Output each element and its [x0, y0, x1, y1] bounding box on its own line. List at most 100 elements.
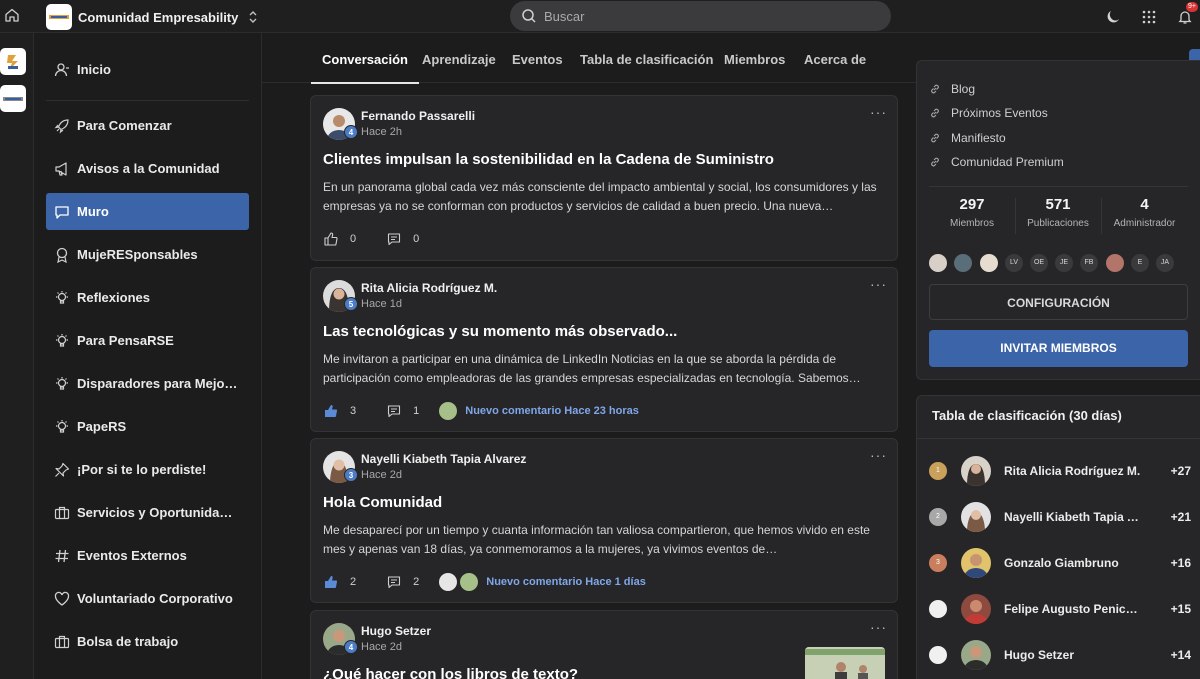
commenter-avatar [460, 573, 479, 591]
avatar [961, 548, 991, 578]
community-name: Comunidad Empresability [78, 9, 239, 25]
post-time: Hace 2h [361, 126, 402, 138]
avatar [961, 594, 991, 624]
like-count: 2 [350, 576, 357, 588]
stat-administrador[interactable]: 4 Administrador [1101, 196, 1188, 229]
avatar-initials[interactable]: JE [1055, 254, 1073, 272]
sidebar-item-papers[interactable]: PapeRS [46, 408, 249, 445]
thumbs-up-icon[interactable] [323, 403, 339, 419]
new-comment-link[interactable]: Nuevo comentario Hace 1 días [486, 576, 646, 588]
sidebar-item-bolsa-de-trabajo[interactable]: Bolsa de trabajo [46, 623, 249, 660]
sidebar-item-disparadores[interactable]: Disparadores para Mejo… [46, 365, 249, 402]
comment-icon[interactable] [386, 231, 402, 247]
sidebar-item-label: Inicio [77, 62, 111, 77]
sidebar-item-mujeresponsables[interactable]: MujeRESponsables [46, 236, 249, 273]
post-card[interactable]: 4 Fernando Passarelli Hace 2h ··· Client… [310, 95, 898, 261]
comment-icon[interactable] [386, 574, 402, 590]
post-title[interactable]: Hola Comunidad [323, 494, 442, 511]
avatar[interactable] [1106, 254, 1124, 272]
tab-tabla-de-clasificacion[interactable]: Tabla de clasificación [580, 33, 713, 83]
post-title[interactable]: Las tecnológicas y su momento más observ… [323, 323, 677, 340]
leaderboard-row[interactable]: 1 Rita Alicia Rodríguez M. +27 [929, 456, 1191, 486]
leaderboard-score: +14 [1170, 648, 1191, 662]
avatar-initials[interactable]: OE [1030, 254, 1048, 272]
post-author[interactable]: Fernando Passarelli [361, 109, 475, 123]
community-about-card: Blog Próximos Eventos Manifiesto Comunid… [916, 60, 1200, 380]
post-card[interactable]: 3 Nayelli Kiabeth Tapia Alvarez Hace 2d … [310, 438, 898, 603]
link-icon [931, 133, 939, 143]
avatar-initials[interactable]: E [1131, 254, 1149, 272]
avatar-initials[interactable]: JA [1156, 254, 1174, 272]
comment-icon[interactable] [386, 403, 402, 419]
apps-grid-icon[interactable] [1140, 8, 1158, 26]
new-comment-link[interactable]: Nuevo comentario Hace 23 horas [465, 405, 639, 417]
sidebar-item-label: Para PensaRSE [77, 333, 174, 348]
leaderboard-score: +21 [1170, 510, 1191, 524]
sidebar-item-eventos-externos[interactable]: Eventos Externos [46, 537, 249, 574]
post-card[interactable]: 5 Rita Alicia Rodríguez M. Hace 1d ··· L… [310, 267, 898, 432]
sidebar-item-para-pensarse[interactable]: Para PensaRSE [46, 322, 249, 359]
post-title[interactable]: Clientes impulsan la sostenibilidad en l… [323, 151, 774, 168]
avatar[interactable] [929, 254, 947, 272]
tab-eventos[interactable]: Eventos [512, 33, 563, 83]
moon-icon[interactable] [1104, 8, 1122, 26]
link-proximos-eventos[interactable]: Próximos Eventos [929, 104, 1048, 122]
bell-icon[interactable]: 9+ [1176, 2, 1198, 26]
link-label: Comunidad Premium [951, 155, 1064, 169]
thumbs-up-icon[interactable] [323, 231, 339, 247]
more-options-icon[interactable]: ··· [870, 619, 887, 635]
stat-number: 297 [959, 196, 985, 213]
sidebar-item-avisos[interactable]: Avisos a la Comunidad [46, 150, 249, 187]
leaderboard-row[interactable]: 3 Gonzalo Giambruno +16 [929, 548, 1191, 578]
link-comunidad-premium[interactable]: Comunidad Premium [929, 153, 1064, 171]
post-title[interactable]: ¿Qué hacer con los libros de texto? [323, 666, 578, 679]
sidebar-item-voluntariado[interactable]: Voluntariado Corporativo [46, 580, 249, 617]
post-author[interactable]: Rita Alicia Rodríguez M. [361, 281, 497, 295]
configuracion-button[interactable]: CONFIGURACIÓN [929, 284, 1188, 320]
leaderboard-row[interactable]: Hugo Setzer +14 [929, 640, 1191, 670]
sidebar-item-reflexiones[interactable]: Reflexiones [46, 279, 249, 316]
more-options-icon[interactable]: ··· [870, 276, 887, 292]
tab-miembros[interactable]: Miembros [724, 33, 785, 83]
avatar[interactable] [954, 254, 972, 272]
rank-medal: 1 [929, 462, 947, 480]
thumbs-up-icon[interactable] [323, 574, 339, 590]
home-icon[interactable] [3, 6, 21, 24]
post-author[interactable]: Nayelli Kiabeth Tapia Alvarez [361, 452, 526, 466]
sidebar-item-inicio[interactable]: Inicio [46, 51, 249, 88]
sidebar-item-label: Avisos a la Comunidad [77, 161, 220, 176]
more-options-icon[interactable]: ··· [870, 447, 887, 463]
tab-acerca-de[interactable]: Acerca de [804, 33, 866, 83]
community-rail-item-empresability[interactable] [0, 48, 26, 75]
more-options-icon[interactable]: ··· [870, 104, 887, 120]
rank-medal: 3 [929, 554, 947, 572]
post-thumbnail[interactable] [805, 647, 885, 679]
sidebar-item-label: Voluntariado Corporativo [77, 591, 233, 606]
avatar[interactable] [980, 254, 998, 272]
tab-aprendizaje[interactable]: Aprendizaje [422, 33, 496, 83]
sidebar-item-label: PapeRS [77, 419, 127, 434]
sidebar-item-muro[interactable]: Muro [46, 193, 249, 230]
post-author[interactable]: Hugo Setzer [361, 624, 431, 638]
search-input[interactable]: Buscar [510, 1, 891, 31]
sidebar-item-label: Disparadores para Mejo… [77, 376, 238, 391]
avatar-initials[interactable]: LV [1005, 254, 1023, 272]
community-rail-item-secondary[interactable] [0, 85, 26, 112]
leaderboard-row[interactable]: 2 Nayelli Kiabeth Tapia Alv… +21 [929, 502, 1191, 532]
link-blog[interactable]: Blog [929, 80, 975, 98]
post-excerpt: En un panorama global cada vez más consc… [323, 180, 877, 213]
community-switcher[interactable]: Comunidad Empresability [46, 4, 258, 30]
tab-conversacion[interactable]: Conversación [311, 33, 419, 84]
sidebar-item-servicios[interactable]: Servicios y Oportunida… [46, 494, 249, 531]
sidebar-item-por-si-te-lo-perdiste[interactable]: ¡Por si te lo perdiste! [46, 451, 249, 488]
avatar-initials[interactable]: FB [1080, 254, 1098, 272]
stat-miembros[interactable]: 297 Miembros [929, 196, 1015, 229]
link-manifiesto[interactable]: Manifiesto [929, 129, 1006, 147]
heart-icon [53, 590, 71, 608]
invitar-miembros-button[interactable]: INVITAR MIEMBROS [929, 330, 1188, 367]
leaderboard-row[interactable]: Felipe Augusto Peniche … +15 [929, 594, 1191, 624]
stat-publicaciones[interactable]: 571 Publicaciones [1015, 196, 1101, 229]
post-card[interactable]: 4 Hugo Setzer Hace 2d ··· ¿Qué hacer con… [310, 610, 898, 679]
comment-count: 1 [413, 405, 420, 417]
sidebar-item-para-comenzar[interactable]: Para Comenzar [46, 107, 249, 144]
